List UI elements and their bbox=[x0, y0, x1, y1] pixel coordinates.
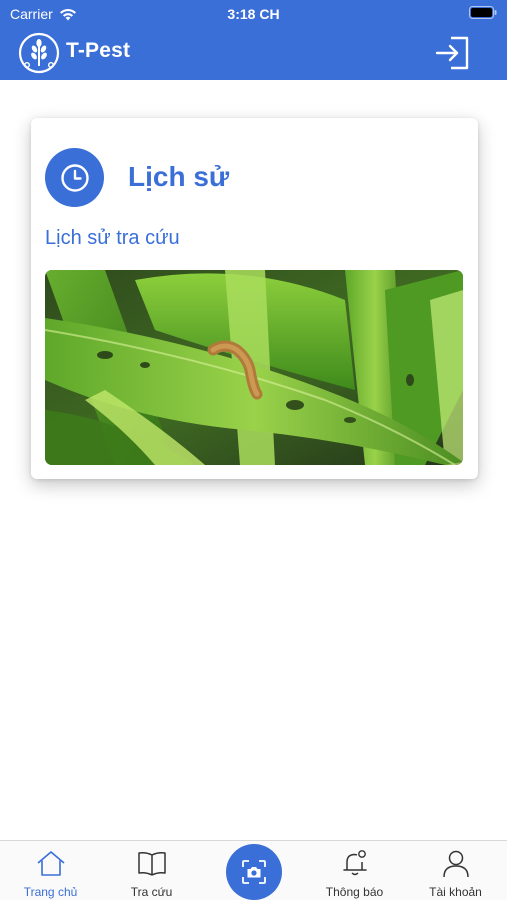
tab-account[interactable]: Tài khoản bbox=[405, 841, 506, 901]
book-icon bbox=[137, 852, 166, 876]
tab-home-label: Trang chủ bbox=[23, 885, 78, 899]
app-title: T-Pest bbox=[66, 39, 131, 62]
history-card[interactable]: Lịch sử Lịch sử tra cứu bbox=[31, 118, 478, 479]
caterpillar-on-corn-leaf-photo bbox=[45, 270, 463, 465]
header: Carrier 3:18 CH T-Pest bbox=[0, 0, 507, 80]
bell-icon bbox=[342, 850, 367, 876]
status-bar: Carrier 3:18 CH bbox=[0, 0, 507, 28]
camera-scan-icon bbox=[242, 860, 266, 884]
camera-scan-button[interactable] bbox=[226, 844, 282, 900]
card-subtitle: Lịch sử tra cứu bbox=[45, 227, 180, 249]
battery-icon bbox=[469, 6, 497, 19]
tab-notifications-label: Thông báo bbox=[325, 885, 384, 899]
wheat-logo-icon bbox=[18, 32, 60, 74]
clock-icon bbox=[60, 163, 89, 192]
card-icon-circle bbox=[45, 148, 104, 207]
logout-icon[interactable] bbox=[433, 33, 473, 73]
tab-lookup[interactable]: Tra cứu bbox=[101, 841, 202, 901]
tab-account-label: Tài khoản bbox=[429, 885, 482, 899]
user-icon bbox=[442, 850, 469, 878]
clock-time: 3:18 CH bbox=[227, 6, 280, 22]
tab-lookup-label: Tra cứu bbox=[130, 885, 173, 899]
app-bar: T-Pest bbox=[0, 28, 507, 80]
tab-home[interactable]: Trang chủ bbox=[0, 841, 101, 901]
home-icon bbox=[36, 851, 65, 876]
card-title: Lịch sử bbox=[128, 161, 230, 192]
tab-notifications[interactable]: Thông báo bbox=[304, 841, 405, 901]
